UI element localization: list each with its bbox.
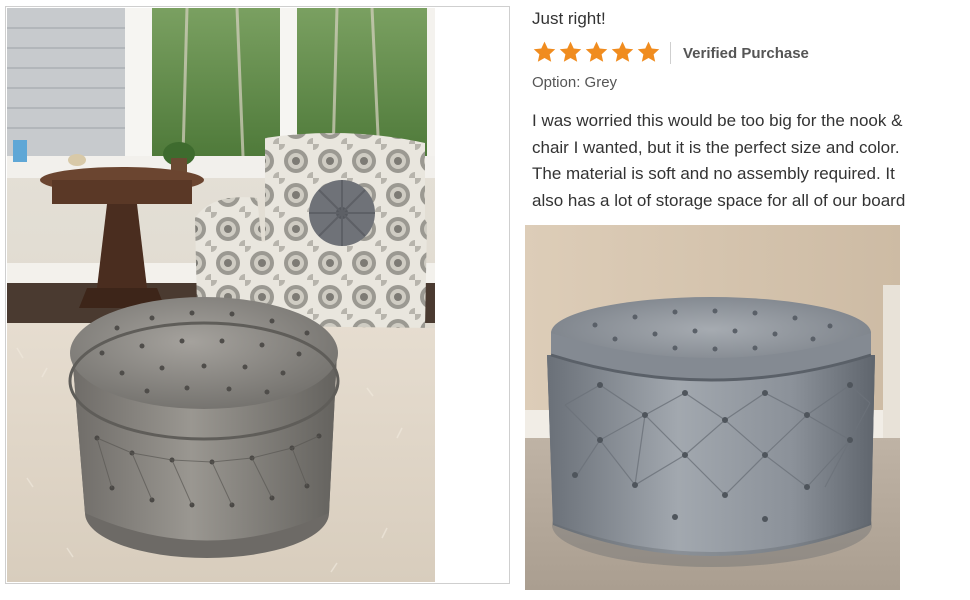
product-option: Option: Grey bbox=[532, 74, 618, 91]
customer-photo-ottoman[interactable] bbox=[525, 225, 900, 590]
star-icon bbox=[585, 41, 608, 62]
star-icon bbox=[637, 41, 660, 62]
verified-purchase-badge: Verified Purchase bbox=[683, 45, 809, 62]
review-body-line: also has a lot of storage space for all … bbox=[532, 190, 906, 210]
star-icon bbox=[559, 41, 582, 62]
review-body: I was worried this would be too big for … bbox=[532, 108, 952, 214]
star-rating bbox=[532, 40, 661, 66]
rating-divider bbox=[670, 42, 671, 64]
review-body-line: chair I wanted, but it is the perfect si… bbox=[532, 137, 900, 157]
review-title: Just right! bbox=[532, 9, 606, 28]
star-icon bbox=[611, 41, 634, 62]
review-body-line: The material is soft and no assembly req… bbox=[532, 164, 895, 183]
review-body-line: I was worried this would be too big for … bbox=[532, 111, 903, 130]
star-icon bbox=[533, 41, 556, 62]
customer-photo-living-room[interactable] bbox=[7, 8, 435, 582]
